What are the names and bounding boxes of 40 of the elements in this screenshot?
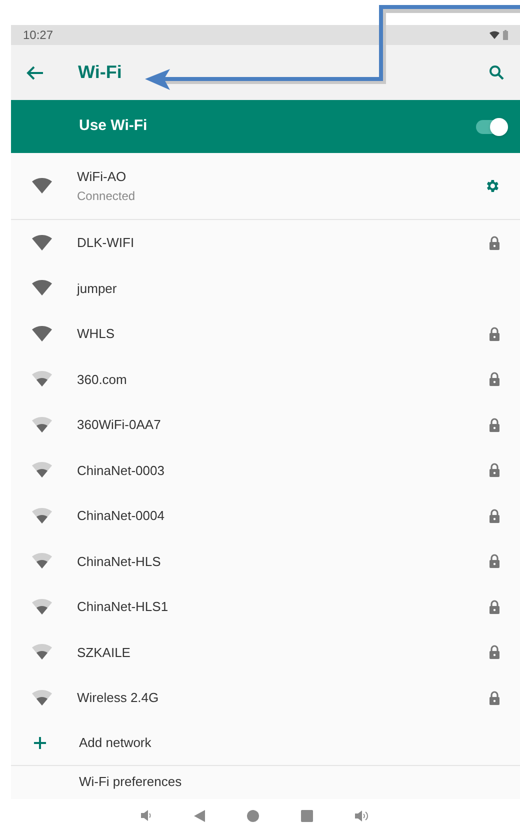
search-icon	[488, 65, 504, 80]
network-name[interactable]: DLK-WIFI	[77, 233, 134, 252]
recents-icon[interactable]	[300, 810, 312, 822]
wifi-toggle[interactable]	[476, 120, 508, 134]
add-network-link[interactable]: Add network	[79, 732, 152, 752]
network-name[interactable]: ChinaNet-0004	[77, 506, 164, 526]
back-nav-icon[interactable]	[194, 810, 204, 822]
network-name[interactable]: ChinaNet-HLS	[77, 552, 161, 571]
network-name[interactable]: Wireless 2.4G	[77, 688, 159, 708]
connection-status: Connected	[77, 188, 136, 205]
network-name[interactable]: WHLS	[77, 324, 115, 344]
back-arrow-icon	[26, 64, 44, 80]
volume-down-icon[interactable]	[140, 810, 152, 821]
battery-icon	[503, 30, 508, 40]
wifi-preferences-link[interactable]: Wi-Fi preferences	[79, 772, 182, 792]
lock-icon	[489, 508, 500, 523]
network-name[interactable]: ChinaNet-0003	[77, 460, 164, 480]
lock-icon	[489, 554, 500, 568]
network-name[interactable]: SZKAILE	[77, 642, 130, 662]
lock-icon	[489, 600, 500, 614]
lock-icon	[489, 463, 500, 478]
status-time: 10:27	[23, 27, 54, 44]
lock-icon	[489, 326, 500, 341]
page-title: Wi-Fi	[78, 61, 122, 84]
network-name[interactable]: 360WiFi-0AA7	[77, 415, 161, 434]
lock-icon	[489, 690, 500, 705]
network-name[interactable]: 360.com	[77, 370, 127, 389]
settings-icon[interactable]	[484, 178, 500, 194]
home-icon[interactable]	[246, 810, 258, 822]
wifi-status-icon	[489, 31, 500, 39]
use-wifi-label: Use Wi-Fi	[79, 116, 148, 136]
volume-up-icon[interactable]	[354, 810, 368, 822]
network-name[interactable]: WiFi-AO	[77, 167, 136, 187]
lock-icon	[489, 372, 500, 386]
add-icon	[33, 736, 47, 750]
network-name[interactable]: jumper	[77, 278, 117, 298]
lock-icon	[489, 418, 500, 432]
network-name[interactable]: ChinaNet-HLS1	[77, 597, 168, 616]
lock-icon	[489, 236, 500, 250]
lock-icon	[489, 645, 500, 660]
